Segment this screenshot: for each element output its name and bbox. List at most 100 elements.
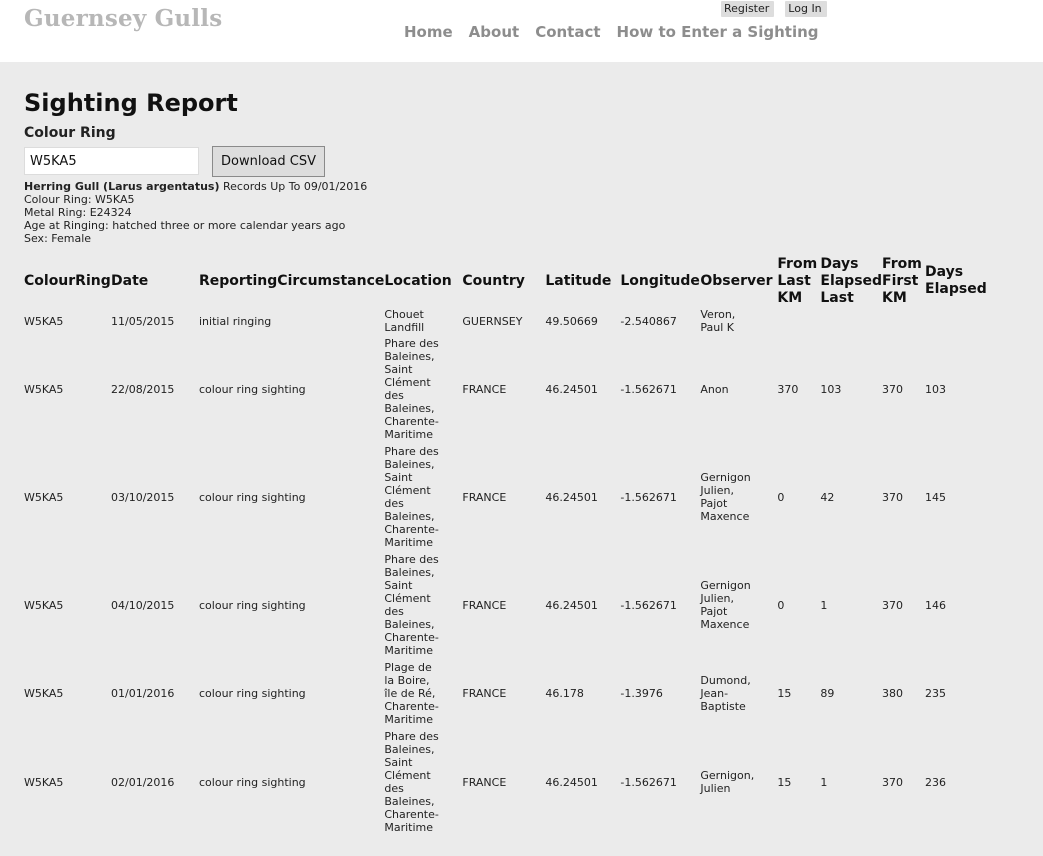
header-days-elapsed-last: Days Elapsed Last <box>820 255 883 306</box>
bird-info: Herring Gull (Larus argentatus) Records … <box>24 180 367 245</box>
table-row: W5KA5 01/01/2016 colour ring sighting Pl… <box>24 659 1005 728</box>
cell-colour-ring: W5KA5 <box>24 314 64 328</box>
page-title: Sighting Report <box>24 89 238 117</box>
cell-longitude: -2.540867 <box>620 314 677 328</box>
cell-country: FRANCE <box>462 598 507 612</box>
cell-latitude: 46.24501 <box>545 775 598 789</box>
cell-location: Chouet Landfill <box>384 307 462 335</box>
observer-text: Gernigon Julien, Pajot Maxence <box>700 471 751 523</box>
main-nav: Home About Contact How to Enter a Sighti… <box>404 23 819 41</box>
cell-from-first-km <box>882 307 925 335</box>
cell-date: 01/01/2016 <box>111 687 175 700</box>
cell-latitude: 46.24501 <box>545 382 598 396</box>
cell-observer: Gernigon Julien, Pajot Maxence <box>700 443 777 551</box>
auth-links: Register Log In <box>721 1 827 17</box>
metal-ring-info: Metal Ring: E24324 <box>24 206 132 219</box>
cell-location: Phare des Baleines, Saint Clément des Ba… <box>384 335 462 443</box>
cell-country: FRANCE <box>462 490 507 504</box>
cell-from-last-km: 15 <box>777 775 792 789</box>
cell-observer: Gernigon Julien, Pajot Maxence <box>700 551 777 659</box>
cell-colour-ring: W5KA5 <box>24 687 64 700</box>
header-latitude: Latitude <box>545 272 612 289</box>
site-title-link[interactable]: Guernsey Gulls <box>24 5 222 32</box>
species-name: Herring Gull (Larus argentatus) <box>24 180 220 193</box>
table-row: W5KA5 02/01/2016 colour ring sighting Ph… <box>24 728 1005 836</box>
cell-observer: Dumond, Jean-Baptiste <box>700 659 777 728</box>
cell-latitude: 46.24501 <box>545 490 598 504</box>
cell-colour-ring: W5KA5 <box>24 775 64 789</box>
download-csv-button[interactable]: Download CSV <box>212 146 325 177</box>
header-reporting-circumstance: ReportingCircumstance <box>199 272 385 289</box>
sightings-table: ColourRing Date ReportingCircumstance Lo… <box>24 255 1005 836</box>
cell-days-elapsed-last: 89 <box>820 687 835 700</box>
cell-location: Phare des Baleines, Saint Clément des Ba… <box>384 728 462 836</box>
cell-from-last-km: 370 <box>777 382 799 396</box>
cell-from-first-km: 370 <box>882 490 904 504</box>
cell-observer: Veron, Paul K <box>700 307 777 335</box>
register-link[interactable]: Register <box>721 1 775 17</box>
colour-ring-input[interactable] <box>24 147 199 175</box>
cell-circumstance: colour ring sighting <box>199 687 306 700</box>
location-text: Chouet Landfill <box>384 308 425 334</box>
header-from-last-km: From Last KM <box>777 255 818 306</box>
nav-contact[interactable]: Contact <box>535 23 600 41</box>
cell-latitude: 46.178 <box>545 687 584 700</box>
location-text: Plage de la Boire, île de Ré, Charente-M… <box>384 661 439 726</box>
cell-colour-ring: W5KA5 <box>24 490 64 504</box>
cell-date: 22/08/2015 <box>111 382 175 396</box>
cell-days-elapsed: 236 <box>925 775 947 789</box>
cell-colour-ring: W5KA5 <box>24 598 64 612</box>
cell-days-elapsed-last <box>820 307 882 335</box>
login-link[interactable]: Log In <box>785 1 827 17</box>
cell-longitude: -1.562671 <box>620 490 677 504</box>
header-country: Country <box>462 272 525 289</box>
species-line: Herring Gull (Larus argentatus) Records … <box>24 180 367 193</box>
cell-location: Phare des Baleines, Saint Clément des Ba… <box>384 551 462 659</box>
cell-longitude: -1.562671 <box>620 775 677 789</box>
cell-circumstance: colour ring sighting <box>199 598 306 612</box>
cell-from-first-km: 370 <box>882 598 904 612</box>
cell-days-elapsed: 146 <box>925 598 947 612</box>
table-row: W5KA5 11/05/2015 initial ringing Chouet … <box>24 307 1005 335</box>
cell-date: 02/01/2016 <box>111 775 175 789</box>
nav-about[interactable]: About <box>469 23 520 41</box>
table-header-row: ColourRing Date ReportingCircumstance Lo… <box>24 255 1005 307</box>
cell-circumstance: colour ring sighting <box>199 490 306 504</box>
header-colour-ring: ColourRing <box>24 272 111 289</box>
cell-from-first-km: 370 <box>882 382 904 396</box>
cell-country: FRANCE <box>462 382 507 396</box>
header-location: Location <box>384 272 452 289</box>
cell-latitude: 49.50669 <box>545 314 598 328</box>
header-longitude: Longitude <box>620 272 700 289</box>
nav-home[interactable]: Home <box>404 23 453 41</box>
cell-longitude: -1.562671 <box>620 598 677 612</box>
cell-observer: Gernigon, Julien <box>700 728 777 836</box>
cell-days-elapsed <box>925 307 1005 335</box>
cell-days-elapsed-last: 1 <box>820 775 828 789</box>
cell-from-first-km: 370 <box>882 775 904 789</box>
nav-how-to-enter[interactable]: How to Enter a Sighting <box>617 23 819 41</box>
table-row: W5KA5 04/10/2015 colour ring sighting Ph… <box>24 551 1005 659</box>
cell-days-elapsed: 103 <box>925 382 947 396</box>
cell-days-elapsed-last: 42 <box>820 490 835 504</box>
location-text: Phare des Baleines, Saint Clément des Ba… <box>384 445 439 549</box>
cell-from-last-km <box>777 307 820 335</box>
cell-location: Plage de la Boire, île de Ré, Charente-M… <box>384 659 462 728</box>
cell-circumstance: colour ring sighting <box>199 775 306 789</box>
cell-date: 03/10/2015 <box>111 490 175 504</box>
location-text: Phare des Baleines, Saint Clément des Ba… <box>384 337 439 441</box>
cell-from-last-km: 0 <box>777 490 785 504</box>
cell-date: 11/05/2015 <box>111 314 175 328</box>
cell-colour-ring: W5KA5 <box>24 382 64 396</box>
cell-days-elapsed: 235 <box>925 687 947 700</box>
observer-text: Gernigon Julien, Pajot Maxence <box>700 579 751 631</box>
cell-from-last-km: 15 <box>777 687 792 700</box>
colour-ring-label: Colour Ring <box>24 125 116 141</box>
cell-observer: Anon <box>700 335 777 443</box>
cell-country: FRANCE <box>462 775 507 789</box>
cell-latitude: 46.24501 <box>545 598 598 612</box>
site-header: Guernsey Gulls Register Log In Home Abou… <box>0 0 1043 62</box>
sex-info: Sex: Female <box>24 232 92 245</box>
cell-location: Phare des Baleines, Saint Clément des Ba… <box>384 443 462 551</box>
observer-text: Dumond, Jean-Baptiste <box>700 674 751 713</box>
